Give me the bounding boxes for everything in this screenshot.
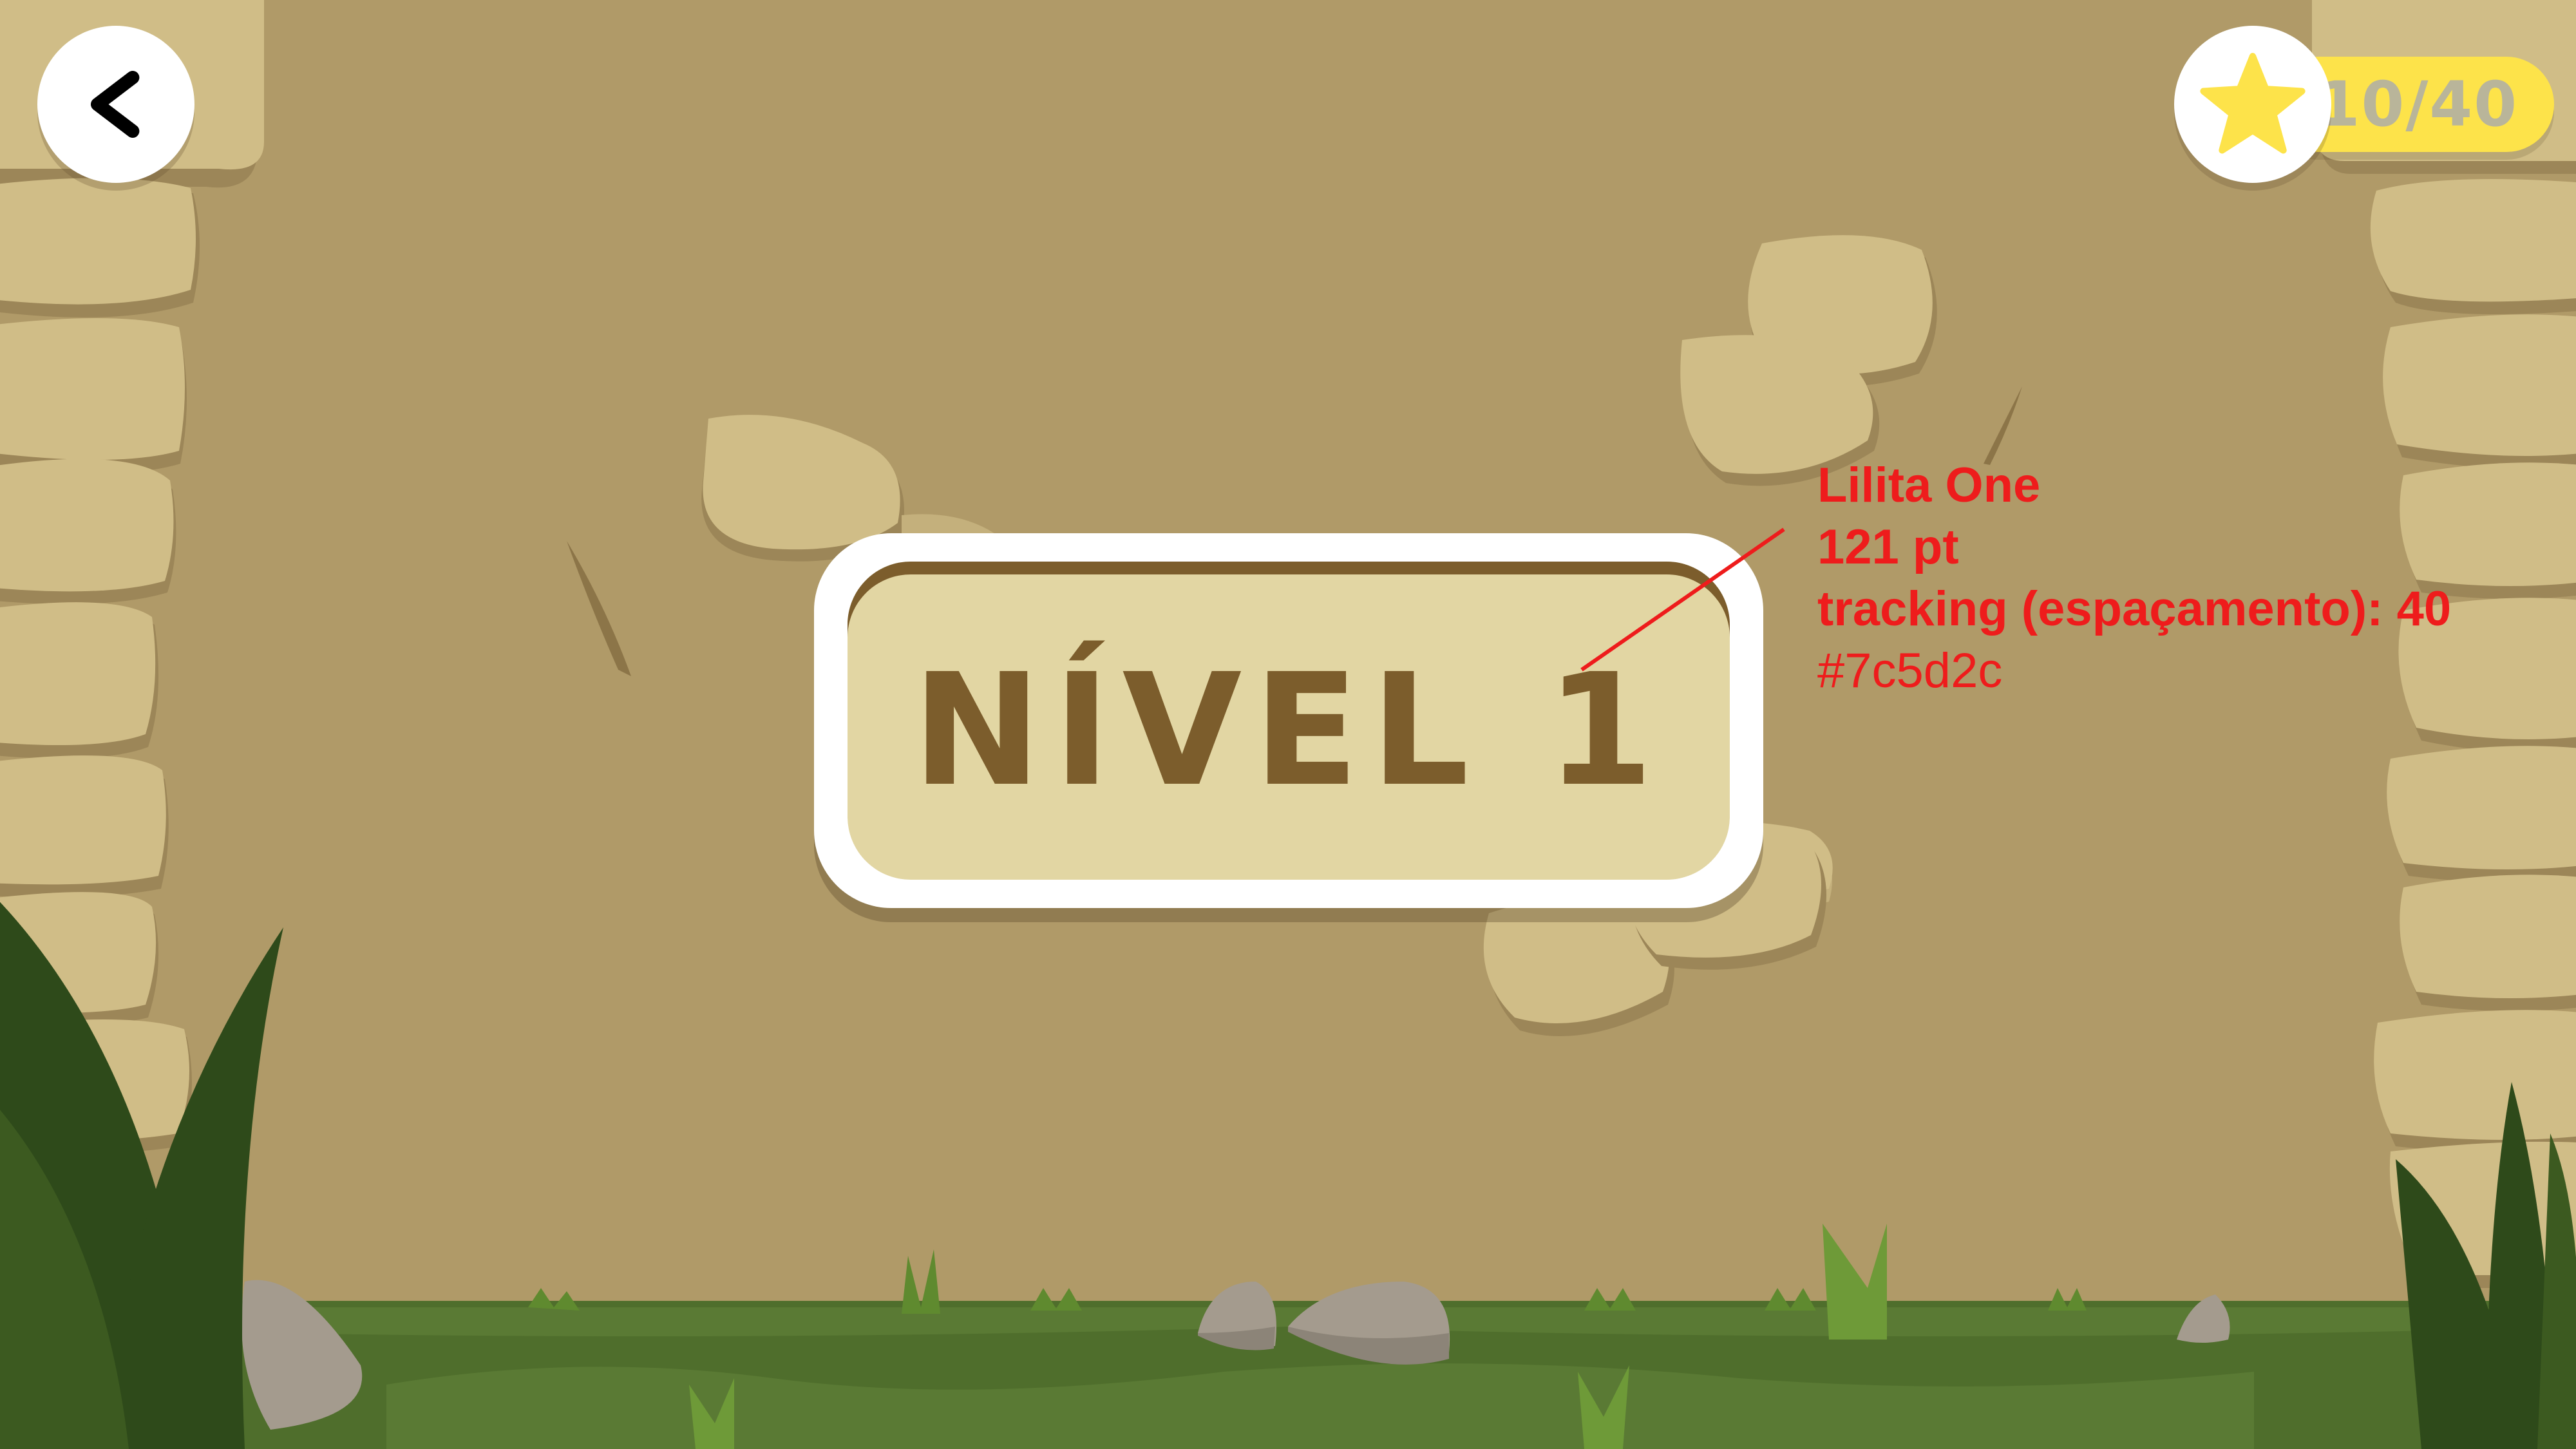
annotation-tracking: tracking (espaçamento): 40 [1817,582,2452,636]
annotation-color: #7c5d2c [1817,643,2003,698]
game-scene: 10/40 NÍVEL 1 Lilita One 121 pt tracking… [0,0,2576,1449]
level-title: NÍVEL 1 [912,640,1665,820]
level-panel[interactable]: NÍVEL 1 [814,533,1763,908]
back-button[interactable] [37,26,194,183]
annotation-font: Lilita One [1817,458,2041,513]
star-score-counter: 10/40 [2174,26,2554,183]
score-text: 10/40 [2316,68,2518,140]
annotation-size: 121 pt [1817,520,1959,574]
font-annotation: Lilita One 121 pt tracking (espaçamento)… [1817,455,2451,702]
level-panel-inner: NÍVEL 1 [848,562,1730,880]
star-badge [2174,26,2331,183]
chevron-left-icon [91,71,140,138]
star-icon [2200,53,2306,154]
